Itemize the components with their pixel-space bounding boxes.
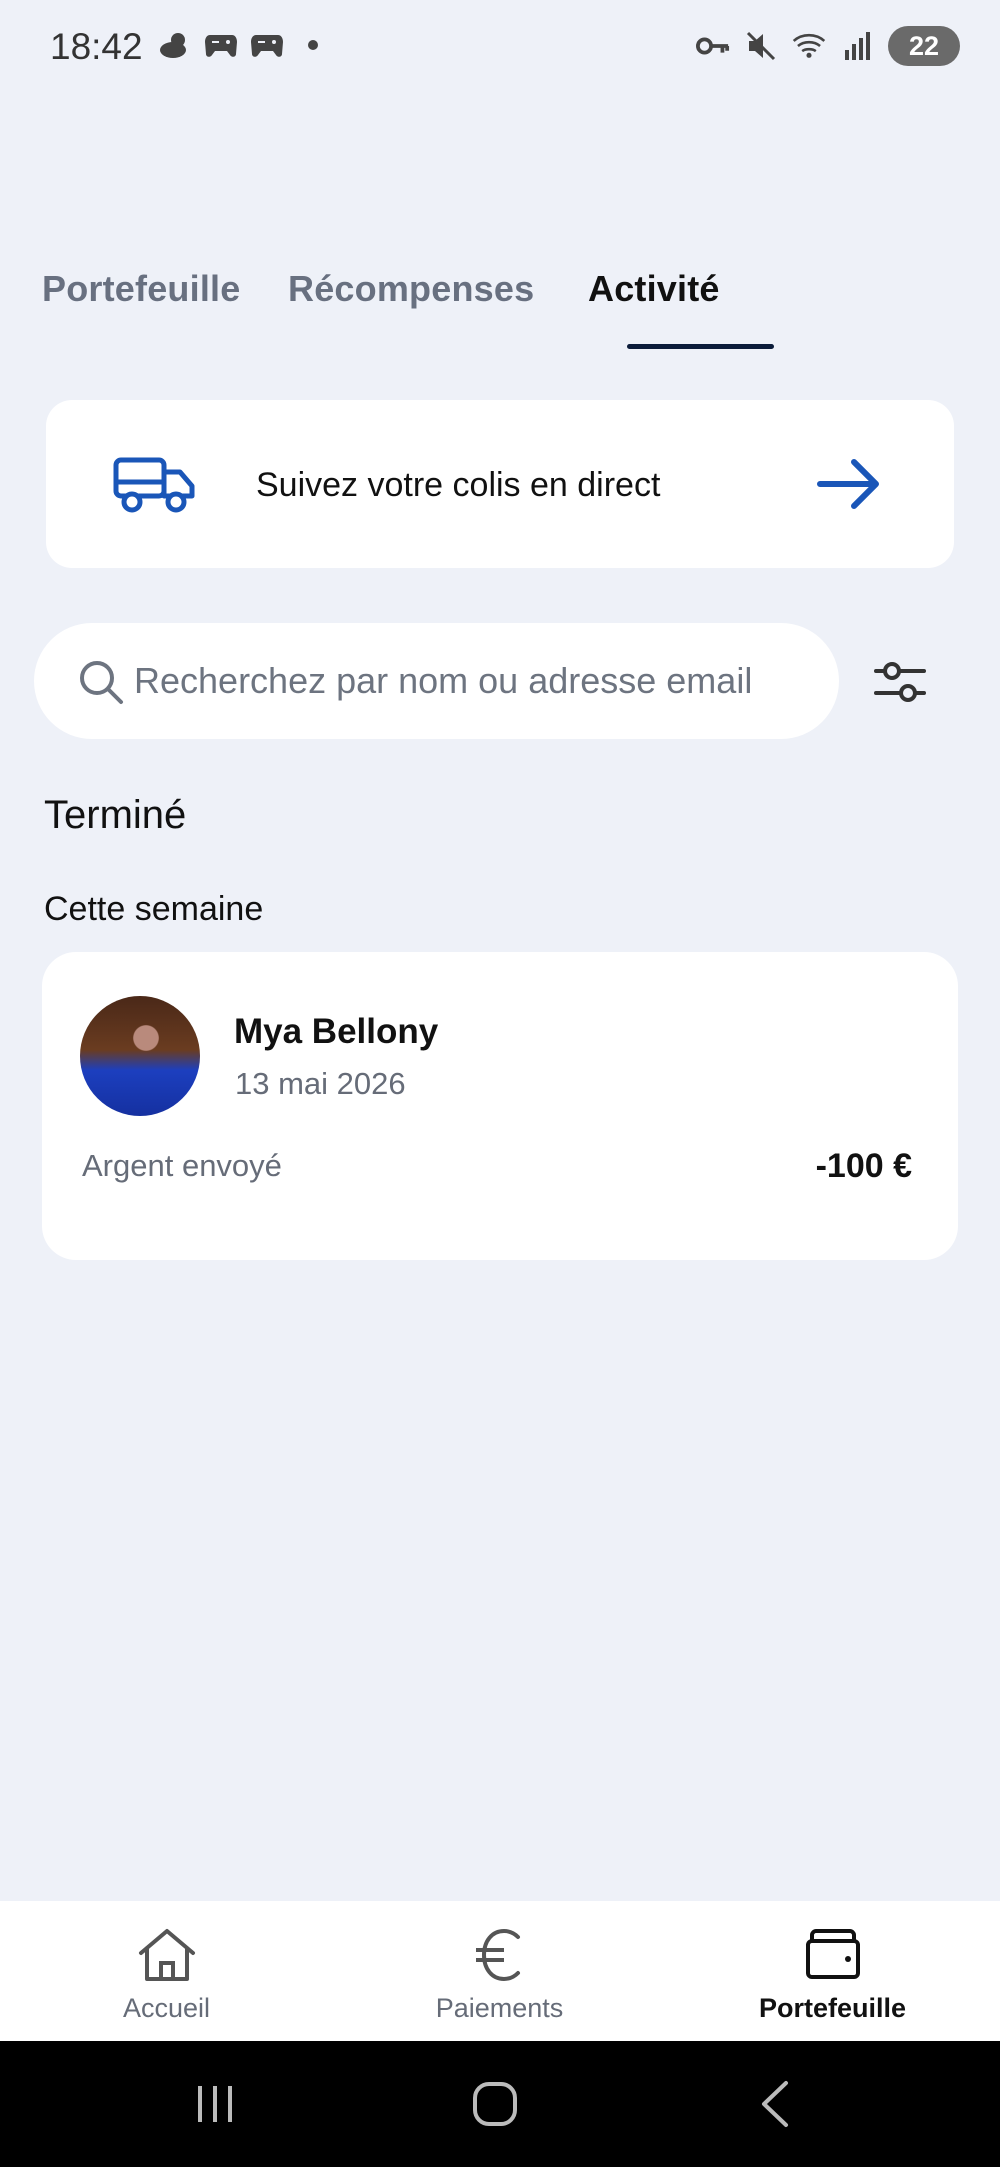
filter-sliders-icon[interactable]	[872, 654, 928, 710]
system-navigation-bar	[0, 2041, 1000, 2167]
contact-name: Mya Bellony	[234, 1012, 439, 1051]
status-notification-icons	[158, 28, 330, 62]
status-time: 18:42	[50, 26, 143, 67]
euro-icon	[470, 1927, 530, 1983]
nav-label-portefeuille: Portefeuille	[758, 1993, 907, 2023]
transaction-amount: -100 €	[815, 1147, 912, 1185]
avatar	[80, 996, 200, 1116]
bottom-navigation: Accueil Paiements Portefeuille	[0, 1901, 1000, 2041]
transaction-date: 13 mai 2026	[235, 1066, 406, 1101]
tab-portefeuille[interactable]: Portefeuille	[42, 268, 240, 310]
wallet-icon	[803, 1927, 863, 1983]
home-button-icon[interactable]	[460, 2071, 530, 2137]
wifi-icon	[792, 29, 826, 63]
active-tab-indicator	[627, 344, 774, 349]
back-icon[interactable]	[740, 2071, 810, 2137]
weather-icon	[158, 28, 192, 62]
search-input[interactable]	[134, 653, 824, 709]
tab-recompenses[interactable]: Récompenses	[288, 268, 534, 310]
nav-label-accueil: Accueil	[122, 1993, 211, 2023]
game-controller-icon	[204, 28, 238, 62]
transaction-type: Argent envoyé	[82, 1148, 282, 1183]
nav-item-portefeuille[interactable]: Portefeuille	[666, 1901, 999, 2041]
battery-indicator: 22	[888, 26, 960, 66]
vpn-key-icon	[696, 29, 730, 63]
status-system-icons: 22	[696, 26, 960, 66]
truck-icon	[112, 454, 196, 514]
game-controller-icon	[250, 28, 284, 62]
nav-label-paiements: Paiements	[435, 1993, 564, 2023]
section-title: Terminé	[44, 793, 187, 837]
recent-apps-icon[interactable]	[180, 2071, 250, 2137]
tracking-label: Suivez votre colis en direct	[256, 466, 661, 504]
search-icon	[78, 659, 124, 705]
arrow-right-icon[interactable]	[816, 456, 884, 512]
activity-screen: 18:42 22 Portefeuille Récompenses Activi…	[0, 0, 1000, 2167]
home-icon	[137, 1927, 197, 1983]
subsection-title: Cette semaine	[44, 890, 264, 928]
nav-item-paiements[interactable]: Paiements	[333, 1901, 666, 2041]
status-bar: 18:42 22	[0, 0, 1000, 95]
signal-icon	[840, 29, 874, 63]
nav-item-accueil[interactable]: Accueil	[0, 1901, 333, 2041]
mute-icon	[744, 29, 778, 63]
wallet-tabs: Portefeuille Récompenses Activité	[42, 262, 960, 352]
tab-activite[interactable]: Activité	[588, 268, 720, 310]
dot-icon	[296, 28, 330, 62]
search-bar[interactable]	[34, 623, 839, 739]
transaction-card[interactable]: Mya Bellony 13 mai 2026 Argent envoyé -1…	[42, 952, 958, 1260]
package-tracking-card[interactable]: Suivez votre colis en direct	[46, 400, 954, 568]
